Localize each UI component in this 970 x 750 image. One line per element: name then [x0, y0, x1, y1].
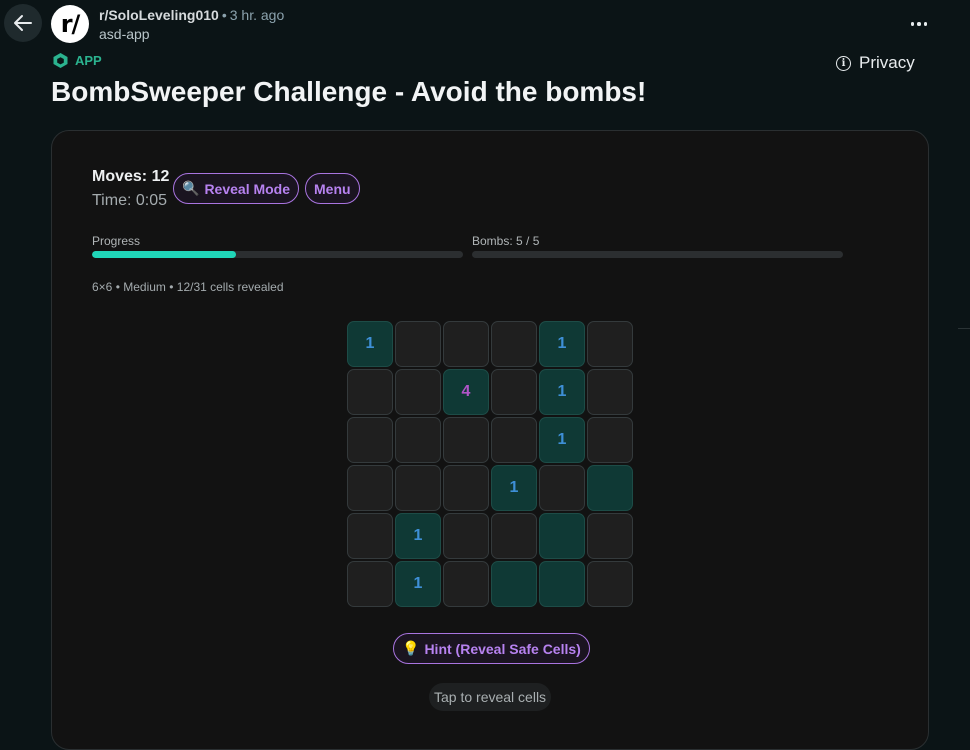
hidden-cell[interactable] [443, 561, 489, 607]
post-author[interactable]: asd-app [99, 26, 150, 42]
hidden-cell[interactable] [443, 321, 489, 367]
hidden-cell[interactable] [347, 561, 393, 607]
hidden-cell[interactable] [587, 513, 633, 559]
more-options-button[interactable] [906, 12, 932, 36]
post-time: 3 hr. ago [229, 7, 285, 23]
hidden-cell[interactable] [443, 465, 489, 511]
revealed-cell[interactable]: 1 [539, 369, 585, 415]
revealed-cell[interactable]: 1 [539, 321, 585, 367]
hidden-cell[interactable] [347, 417, 393, 463]
revealed-cell[interactable]: 1 [395, 513, 441, 559]
moves-counter: Moves: 12 [92, 168, 170, 185]
hidden-cell[interactable] [395, 417, 441, 463]
hidden-cell[interactable] [443, 513, 489, 559]
revealed-cell[interactable]: 4 [443, 369, 489, 415]
hidden-cell[interactable] [491, 417, 537, 463]
app-tag: APP [52, 52, 102, 69]
divider [958, 328, 970, 329]
hidden-cell[interactable] [347, 369, 393, 415]
info-icon: i [836, 55, 851, 71]
board-info: 6×6 • Medium • 12/31 cells revealed [92, 280, 284, 294]
hint-label: Hint (Reveal Safe Cells) [424, 640, 581, 657]
game-timer: Time: 0:05 [92, 192, 167, 209]
app-tag-label: APP [75, 53, 102, 68]
post-title: BombSweeper Challenge - Avoid the bombs! [51, 76, 647, 107]
privacy-label: Privacy [859, 53, 915, 72]
hidden-cell[interactable] [587, 417, 633, 463]
hint-button[interactable]: 💡 Hint (Reveal Safe Cells) [393, 633, 590, 664]
progress-bar [92, 251, 463, 258]
avatar-text: r/ [60, 10, 81, 38]
progress-label: Progress [92, 234, 141, 248]
hidden-cell[interactable] [587, 321, 633, 367]
hidden-cell[interactable] [491, 369, 537, 415]
meta-separator: • [221, 7, 227, 23]
revealed-cell[interactable] [587, 465, 633, 511]
hidden-cell[interactable] [395, 321, 441, 367]
arrow-left-icon [14, 15, 32, 31]
hidden-cell[interactable] [587, 369, 633, 415]
menu-button[interactable]: Menu [305, 173, 360, 204]
hidden-cell[interactable] [395, 369, 441, 415]
subreddit-link[interactable]: r/SoloLeveling010 [99, 7, 219, 23]
hidden-cell[interactable] [491, 321, 537, 367]
reveal-mode-button[interactable]: 🔍 Reveal Mode [173, 173, 300, 204]
revealed-cell[interactable]: 1 [347, 321, 393, 367]
dot-icon [910, 22, 915, 26]
back-button[interactable] [4, 4, 42, 42]
hidden-cell[interactable] [347, 513, 393, 559]
revealed-cell[interactable] [539, 561, 585, 607]
revealed-cell[interactable] [491, 561, 537, 607]
subreddit-avatar[interactable]: r/ [51, 5, 89, 43]
dot-icon [923, 22, 928, 26]
post-meta: r/SoloLeveling010 • 3 hr. ago [99, 7, 284, 23]
lightbulb-icon: 💡 [402, 640, 420, 656]
hidden-cell[interactable] [587, 561, 633, 607]
cube-icon [53, 53, 68, 68]
dot-icon [917, 22, 921, 26]
bombs-bar [472, 251, 843, 258]
progress-bar-fill [92, 251, 236, 258]
privacy-button[interactable]: i Privacy [836, 53, 915, 73]
revealed-cell[interactable]: 1 [539, 417, 585, 463]
magnifier-icon: 🔍 [182, 180, 200, 196]
revealed-cell[interactable] [539, 513, 585, 559]
hidden-cell[interactable] [395, 465, 441, 511]
hidden-cell[interactable] [347, 465, 393, 511]
hidden-cell[interactable] [443, 417, 489, 463]
revealed-cell[interactable]: 1 [491, 465, 537, 511]
bombs-label: Bombs: 5 / 5 [472, 234, 540, 248]
menu-label: Menu [314, 180, 351, 197]
minesweeper-grid: 11411111 [346, 320, 634, 608]
reveal-mode-label: Reveal Mode [204, 180, 291, 197]
hidden-cell[interactable] [491, 513, 537, 559]
hidden-cell[interactable] [539, 465, 585, 511]
revealed-cell[interactable]: 1 [395, 561, 441, 607]
instruction-text: Tap to reveal cells [429, 683, 552, 711]
game-card: Moves: 12 Time: 0:05 🔍 Reveal Mode Menu … [51, 130, 929, 750]
